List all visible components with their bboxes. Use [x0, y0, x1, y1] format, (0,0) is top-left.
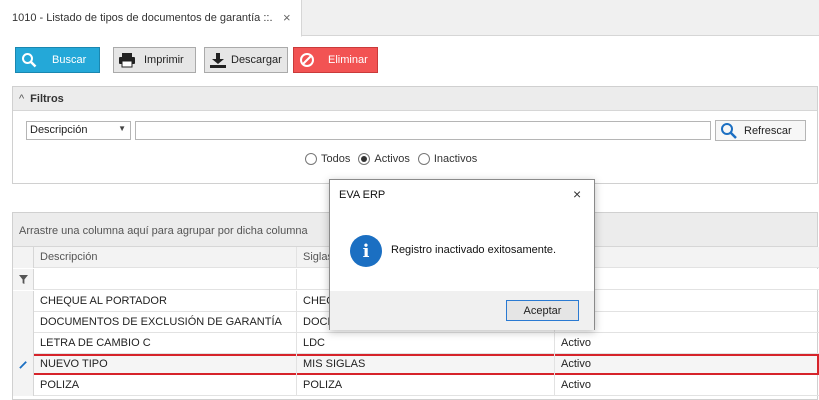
- refresh-button-label: Refrescar: [744, 124, 792, 137]
- table-row[interactable]: LETRA DE CAMBIO C LDC Activo: [13, 333, 819, 354]
- column-header-descripcion[interactable]: Descripción: [34, 247, 297, 268]
- filter-field-select[interactable]: Descripción ▼: [26, 121, 131, 140]
- radio-todos-label: Todos: [321, 153, 351, 165]
- message-dialog: EVA ERP × i Registro inactivado exitosam…: [329, 179, 595, 330]
- search-button[interactable]: Buscar: [15, 47, 100, 73]
- filter-funnel-icon[interactable]: [13, 269, 34, 290]
- row-indicator: [13, 375, 34, 396]
- cell-siglas: POLIZA: [297, 375, 555, 396]
- status-radio-group: Todos Activos Inactivos: [305, 153, 485, 165]
- cell-estado: Activo: [561, 379, 591, 391]
- cell-estado: Activo: [561, 358, 591, 370]
- cell-descripcion: LETRA DE CAMBIO C: [34, 333, 297, 354]
- download-icon: [205, 48, 231, 72]
- tab-document-types[interactable]: 1010 - Listado de tipos de documentos de…: [0, 0, 302, 37]
- download-button-label: Descargar: [231, 54, 282, 66]
- magnifier-icon: [720, 122, 738, 140]
- cell-estado: Activo: [561, 337, 591, 349]
- delete-button[interactable]: Eliminar: [293, 47, 378, 73]
- radio-circle-icon: [305, 153, 317, 165]
- table-row-selected[interactable]: NUEVO TIPO MIS SIGLAS Activo: [13, 354, 819, 375]
- search-icon: [16, 48, 42, 72]
- search-input[interactable]: [135, 121, 711, 140]
- dialog-title: EVA ERP: [339, 189, 386, 201]
- printer-icon: [114, 48, 140, 72]
- radio-todos[interactable]: Todos: [305, 153, 350, 165]
- radio-circle-icon: [417, 153, 430, 165]
- print-button-label: Imprimir: [144, 54, 184, 66]
- refresh-button[interactable]: Refrescar: [715, 120, 806, 141]
- filters-panel: ^ Filtros Descripción ▼ Refrescar Todos …: [12, 86, 818, 184]
- dialog-close-icon[interactable]: ×: [573, 186, 581, 202]
- cell-descripcion: POLIZA: [34, 375, 297, 396]
- dialog-message: Registro inactivado exitosamente.: [391, 244, 557, 256]
- header-indicator: [13, 247, 34, 268]
- cell-siglas: LDC: [297, 333, 555, 354]
- radio-inactivos-label: Inactivos: [433, 153, 478, 165]
- cell-descripcion: NUEVO TIPO: [34, 354, 297, 375]
- radio-inactivos[interactable]: Inactivos: [417, 153, 478, 165]
- cell-descripcion: CHEQUE AL PORTADOR: [34, 291, 297, 312]
- search-button-label: Buscar: [52, 54, 87, 66]
- info-icon: i: [350, 235, 382, 267]
- radio-activos-label: Activos: [374, 153, 410, 165]
- tab-close-icon[interactable]: ×: [283, 10, 291, 25]
- edit-pencil-icon: [13, 354, 34, 375]
- download-button[interactable]: Descargar: [204, 47, 288, 73]
- row-indicator: [13, 333, 34, 354]
- table-row[interactable]: POLIZA POLIZA Activo: [13, 375, 819, 396]
- filter-field-value: Descripción: [30, 124, 88, 136]
- cell-siglas: MIS SIGLAS: [297, 354, 555, 375]
- tab-strip: 1010 - Listado de tipos de documentos de…: [0, 0, 819, 37]
- chevron-up-icon[interactable]: ^: [19, 93, 24, 105]
- radio-activos[interactable]: Activos: [358, 153, 410, 165]
- radio-circle-selected-icon: [358, 153, 371, 165]
- tab-title: 1010 - Listado de tipos de documentos de…: [12, 12, 273, 24]
- prohibited-icon: [294, 48, 320, 72]
- print-button[interactable]: Imprimir: [113, 47, 196, 73]
- cell-descripcion: DOCUMENTOS DE EXCLUSIÓN DE GARANTÍA: [34, 312, 297, 333]
- filters-title: Filtros: [30, 92, 64, 105]
- dialog-footer: Aceptar: [330, 291, 594, 330]
- filter-cell-descripcion[interactable]: [34, 269, 297, 290]
- filters-header[interactable]: ^ Filtros: [13, 87, 817, 111]
- delete-button-label: Eliminar: [328, 54, 368, 66]
- row-indicator: [13, 312, 34, 333]
- chevron-down-icon: ▼: [118, 124, 126, 133]
- accept-button[interactable]: Aceptar: [506, 300, 579, 321]
- row-indicator: [13, 291, 34, 312]
